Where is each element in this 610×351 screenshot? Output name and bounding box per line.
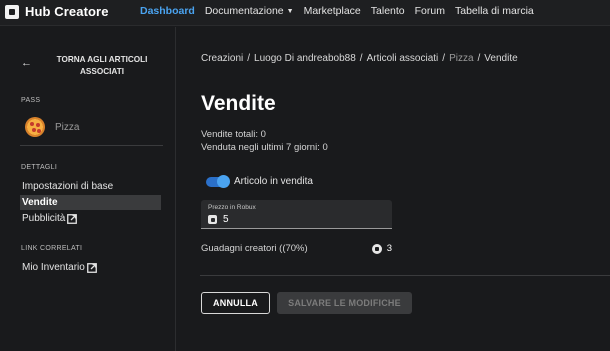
nav-talent-label: Talento [370, 5, 405, 17]
roblox-logo-icon[interactable] [5, 5, 19, 19]
external-link-icon [67, 213, 78, 224]
earnings-value-group: 3 [371, 243, 392, 254]
sidebar-item-advertising[interactable]: Pubblicità [20, 211, 161, 226]
sidebar-divider [20, 145, 163, 146]
price-value-row: 5 [208, 214, 229, 225]
pass-name: Pizza [55, 121, 80, 133]
earnings-label: Guadagni creatori ((70%) [201, 243, 308, 254]
nav-dashboard[interactable]: Dashboard [140, 5, 195, 17]
earnings-value: 3 [386, 243, 392, 254]
pass-section-title: PASS [21, 97, 41, 104]
on-sale-label: Articolo in vendita [234, 176, 313, 187]
nav-roadmap-label: Tabella di marcia [454, 5, 534, 17]
nav-marketplace[interactable]: Marketplace [304, 5, 361, 17]
pizza-icon [25, 117, 45, 137]
nav-documentation-label: Documentazione [204, 5, 284, 17]
nav-forum[interactable]: Forum [415, 5, 445, 17]
breadcrumb-associated-items[interactable]: Articoli associati [367, 53, 439, 64]
breadcrumb-place[interactable]: Luogo Di andreabob88 [254, 53, 356, 64]
nav-documentation[interactable]: Documentazione ▼ [205, 5, 294, 17]
arrow-left-icon: ← [21, 57, 32, 69]
sidebar-link-inventory[interactable]: Mio Inventario [20, 260, 161, 275]
sidebar-item-label: Pubblicità [22, 213, 66, 224]
chevron-down-icon: ▼ [286, 7, 294, 15]
robux-icon [371, 243, 382, 254]
nav-talent[interactable]: Talento [371, 5, 405, 17]
back-to-associated-items-button[interactable]: ← TORNA AGLI ARTICOLI ASSOCIATI [21, 55, 165, 77]
creator-earnings-row: Guadagni creatori ((70%) 3 [201, 243, 392, 254]
price-label: Prezzo in Robux [208, 204, 256, 211]
nav-forum-label: Forum [414, 5, 445, 17]
main-divider [200, 275, 610, 276]
save-changes-button[interactable]: SALVARE LE MODIFICHE [277, 292, 412, 314]
brand-title[interactable]: Hub Creatore [25, 4, 109, 19]
weekly-sales-text: Venduta negli ultimi 7 giorni: 0 [201, 142, 328, 153]
nav-links: Dashboard Documentazione ▼ Marketplace Ta… [140, 5, 544, 17]
sidebar-item-sales[interactable]: Vendite [20, 195, 161, 210]
nav-dashboard-label: Dashboard [140, 5, 195, 17]
sidebar-link-label: Mio Inventario [22, 262, 85, 273]
breadcrumb: Creazioni / Luogo Di andreabob88/Articoli … [201, 53, 518, 64]
related-links-section-title: LINK CORRELATI [21, 245, 83, 252]
sidebar-item-basic-settings[interactable]: Impostazioni di base [20, 179, 161, 194]
breadcrumb-pizza[interactable]: Pizza [449, 53, 473, 64]
price-value[interactable]: 5 [223, 214, 229, 225]
nav-marketplace-label: Marketplace [303, 5, 361, 17]
robux-icon [208, 215, 217, 224]
back-label: TORNA AGLI ARTICOLI ASSOCIATI [56, 55, 148, 76]
pass-item: Pizza [25, 115, 155, 139]
external-link-icon [86, 262, 97, 273]
breadcrumb-sales: Vendite [484, 53, 518, 64]
nav-roadmap[interactable]: Tabella di marcia [455, 5, 534, 17]
sidebar-item-label: Impostazioni di base [22, 181, 114, 192]
total-sales-text: Vendite totali: 0 [201, 129, 266, 140]
on-sale-toggle[interactable] [206, 174, 230, 188]
details-section-title: DETTAGLI [21, 164, 58, 171]
top-nav: Hub Creatore Dashboard Documentazione ▼ M… [0, 0, 610, 26]
page-title: Vendite [201, 92, 276, 115]
breadcrumb-creations[interactable]: Creazioni [201, 53, 243, 64]
on-sale-toggle-row: Articolo in vendita [206, 174, 313, 188]
sidebar-item-label: Vendite [22, 197, 58, 208]
cancel-button[interactable]: ANNULLA [201, 292, 270, 314]
sidebar: ← TORNA AGLI ARTICOLI ASSOCIATI PASS Piz… [0, 27, 176, 351]
price-input[interactable]: Prezzo in Robux 5 [201, 200, 392, 229]
